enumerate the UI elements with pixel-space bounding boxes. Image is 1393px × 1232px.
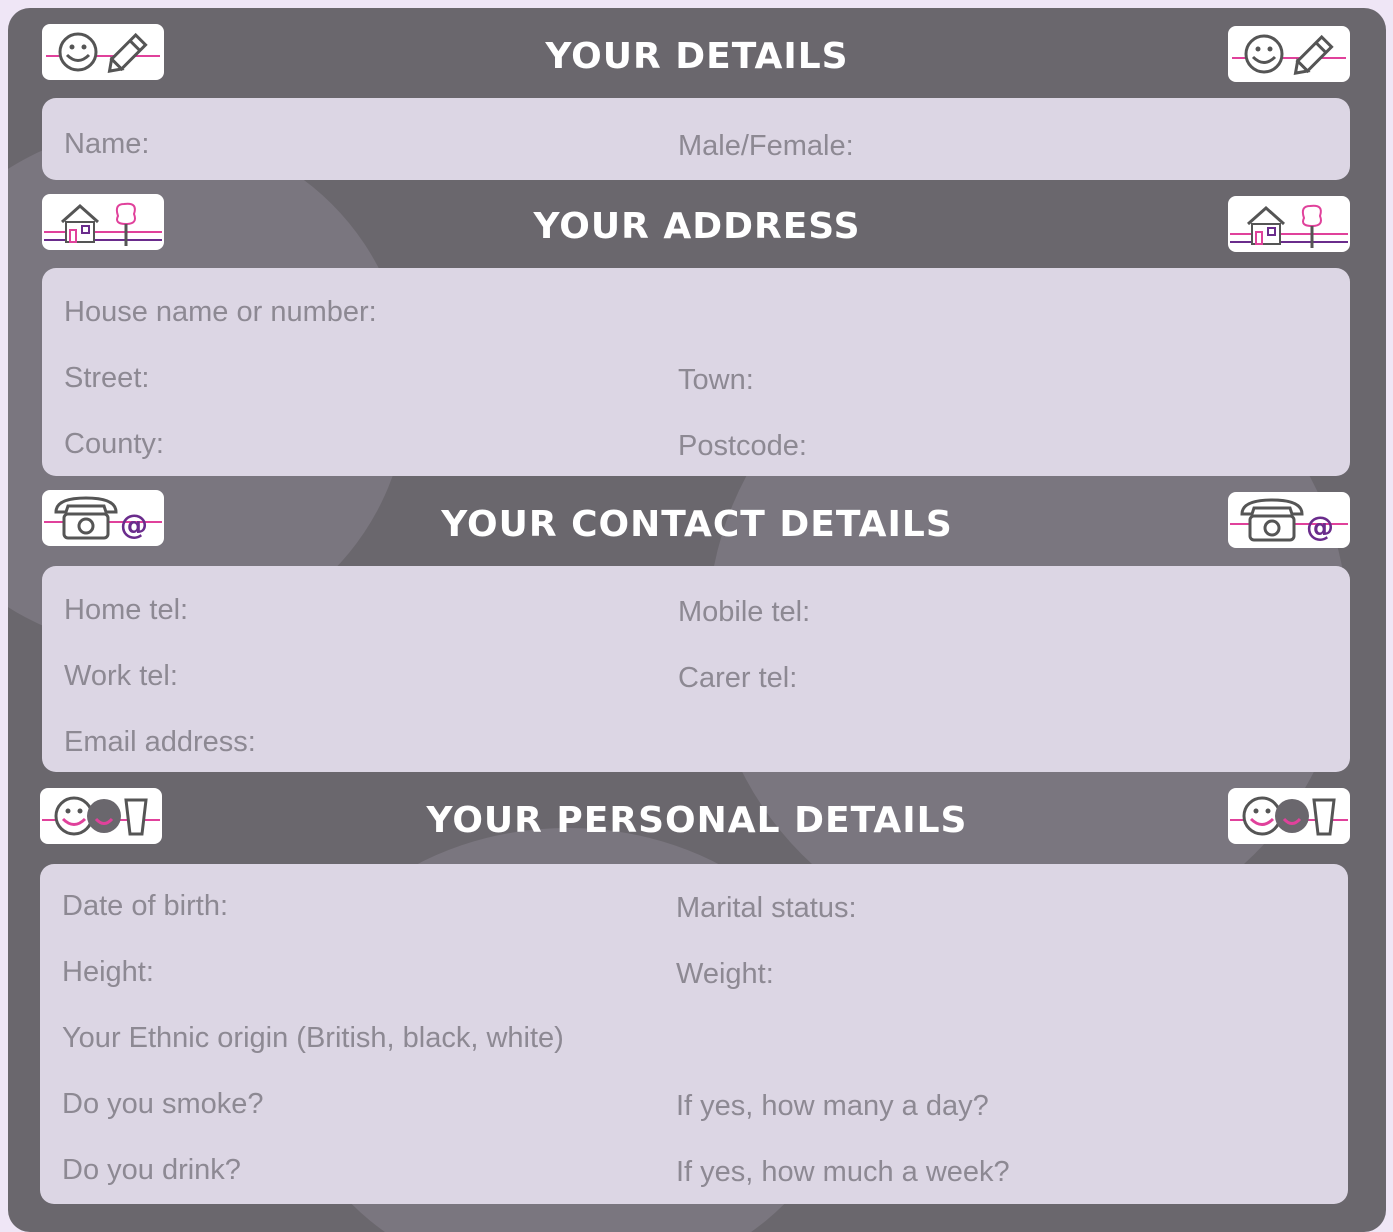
house-tree-icon: [1228, 196, 1350, 252]
details-title: YOUR DETAILS: [545, 35, 849, 77]
work-tel-field[interactable]: Work tel:: [64, 660, 178, 693]
smiley-drink-icon: [1228, 788, 1350, 844]
weight-field[interactable]: Weight:: [676, 958, 774, 991]
contact-panel: Home tel: Mobile tel: Work tel: Carer te…: [42, 566, 1350, 772]
name-field[interactable]: Name:: [64, 128, 149, 161]
drink-amount-field[interactable]: If yes, how much a week?: [676, 1156, 1010, 1189]
smiley-pencil-icon: [1228, 26, 1350, 82]
form-frame: YOUR DETAILS Name: Male/Female: YOUR ADD…: [8, 8, 1386, 1232]
town-field[interactable]: Town:: [678, 364, 754, 397]
county-field[interactable]: County:: [64, 428, 164, 461]
drink-field[interactable]: Do you drink?: [62, 1154, 241, 1187]
personal-panel: Date of birth: Marital status: Height: W…: [40, 864, 1348, 1204]
postcode-field[interactable]: Postcode:: [678, 430, 807, 463]
svg-text:@: @: [1306, 510, 1334, 543]
address-panel: House name or number: Street: Town: Coun…: [42, 268, 1350, 476]
personal-header: YOUR PERSONAL DETAILS: [8, 782, 1386, 858]
ethnic-field[interactable]: Your Ethnic origin (British, black, whit…: [62, 1022, 564, 1055]
phone-at-icon: @: [1228, 492, 1350, 548]
carer-tel-field[interactable]: Carer tel:: [678, 662, 797, 695]
details-panel: Name: Male/Female:: [42, 98, 1350, 180]
gender-field[interactable]: Male/Female:: [678, 130, 854, 163]
email-field[interactable]: Email address:: [64, 726, 256, 759]
details-header: YOUR DETAILS: [8, 18, 1386, 94]
dob-field[interactable]: Date of birth:: [62, 890, 228, 923]
house-field[interactable]: House name or number:: [64, 296, 377, 329]
personal-title: YOUR PERSONAL DETAILS: [426, 799, 968, 841]
smoke-field[interactable]: Do you smoke?: [62, 1088, 264, 1121]
mobile-tel-field[interactable]: Mobile tel:: [678, 596, 810, 629]
address-title: YOUR ADDRESS: [533, 205, 861, 247]
address-header: YOUR ADDRESS: [8, 188, 1386, 264]
home-tel-field[interactable]: Home tel:: [64, 594, 188, 627]
contact-header: @ YOUR CONTACT DETAILS @: [8, 486, 1386, 562]
street-field[interactable]: Street:: [64, 362, 149, 395]
contact-title: YOUR CONTACT DETAILS: [441, 503, 953, 545]
height-field[interactable]: Height:: [62, 956, 154, 989]
marital-field[interactable]: Marital status:: [676, 892, 857, 925]
smoke-count-field[interactable]: If yes, how many a day?: [676, 1090, 989, 1123]
